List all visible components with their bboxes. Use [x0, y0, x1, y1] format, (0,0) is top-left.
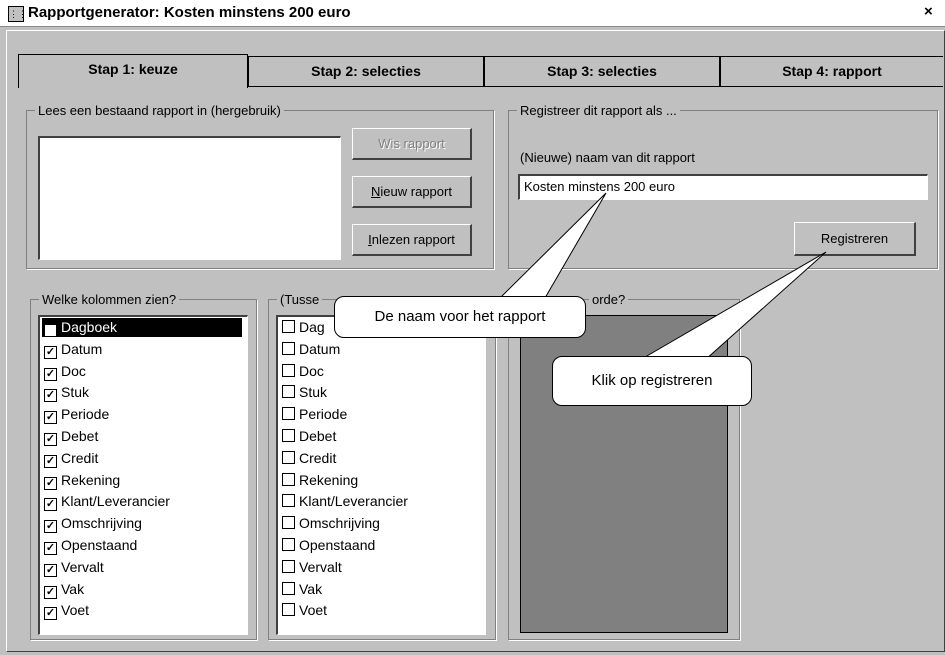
callout-report-name: De naam voor het rapport — [334, 296, 586, 338]
callout-register: Klik op registreren — [552, 356, 752, 406]
